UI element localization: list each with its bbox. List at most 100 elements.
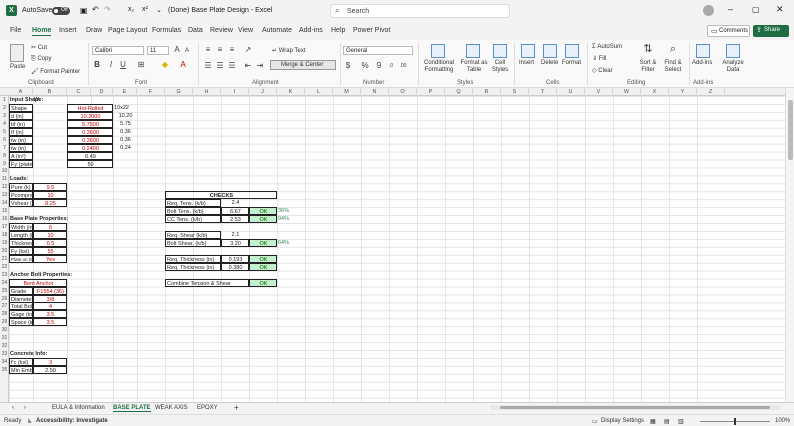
cell-total-bolts[interactable]: Total Bolts xyxy=(9,302,33,311)
comma-icon[interactable]: 9 xyxy=(374,61,384,71)
column-header-r[interactable]: R xyxy=(473,88,501,96)
row-header[interactable]: 6 xyxy=(0,136,9,144)
cell-fyp-val[interactable]: 55 xyxy=(33,246,67,255)
cell-tw-val2[interactable]: 0.36 xyxy=(113,136,137,144)
cell-combine-ok[interactable]: OK xyxy=(249,278,277,287)
cell-total-bolts-val[interactable]: 4 xyxy=(33,302,67,311)
cell-bolt-tens-ok[interactable]: OK xyxy=(249,207,277,216)
row-header[interactable]: 10 xyxy=(0,167,9,175)
row-header[interactable]: 33 xyxy=(0,350,9,358)
clear-button[interactable]: ◇ Clear xyxy=(592,67,613,74)
cell-length-val[interactable]: 10 xyxy=(33,230,67,239)
cell-bf[interactable]: bf (in) xyxy=(9,119,33,128)
cell-concrete[interactable]: Concrete Info: xyxy=(9,350,67,358)
save-icon[interactable]: ▣ xyxy=(80,6,88,15)
cut-button[interactable]: ✂ Cut xyxy=(31,44,47,51)
font-size-select[interactable]: 11 xyxy=(147,46,169,55)
search-box[interactable]: ⌕ Search xyxy=(330,4,510,18)
align-center-icon[interactable]: ☰ xyxy=(215,61,225,71)
column-header-u[interactable]: U xyxy=(557,88,585,96)
horizontal-scroll-thumb[interactable] xyxy=(500,406,770,409)
decrease-decimal-icon[interactable]: .00 xyxy=(398,61,408,71)
cell-pu-val[interactable]: 9.5 xyxy=(33,183,67,192)
accessibility-status[interactable]: Accessibility: Investigate xyxy=(36,418,108,424)
cell-req-thick-val[interactable]: 0.193 xyxy=(221,254,249,263)
sort-filter-icon[interactable]: ⇅ xyxy=(643,44,653,55)
cell-thick-val[interactable]: 0.5 xyxy=(33,238,67,247)
fill-button[interactable]: ⇓ Fill xyxy=(592,55,606,62)
cell-shape-val[interactable]: Hot-Rolled xyxy=(67,103,113,112)
cell-fc-val[interactable]: 3 xyxy=(33,358,67,367)
increase-indent-icon[interactable]: ⇥ xyxy=(255,61,265,71)
row-header[interactable]: 35 xyxy=(0,366,9,374)
row-header[interactable]: 29 xyxy=(0,318,9,326)
cell-tw2-val2[interactable]: 0.24 xyxy=(113,144,137,152)
row-header[interactable]: 1 xyxy=(0,96,9,104)
align-middle-icon[interactable]: ≡ xyxy=(215,45,225,55)
delete-label[interactable]: Delete xyxy=(541,60,558,66)
share-button[interactable]: ⇪ Share xyxy=(753,25,789,37)
row-header[interactable]: 17 xyxy=(0,223,9,231)
column-header-p[interactable]: P xyxy=(417,88,445,96)
column-header-k[interactable]: K xyxy=(277,88,305,96)
worksheet-grid[interactable]: Input Shape: W Shape Hot-Rolled 10x22 d (in) 1… xyxy=(9,96,785,402)
cell-gage[interactable]: Gage (in) xyxy=(9,310,33,319)
vertical-scrollbar[interactable] xyxy=(785,88,794,402)
row-header[interactable]: 3 xyxy=(0,112,9,120)
zoom-slider-thumb[interactable] xyxy=(734,418,736,425)
tab-automate[interactable]: Automate xyxy=(262,27,292,34)
row-header[interactable]: 24 xyxy=(0,279,9,287)
row-header[interactable]: 9 xyxy=(0,160,9,168)
tab-view[interactable]: View xyxy=(238,27,253,34)
column-header-a[interactable]: A xyxy=(9,88,33,96)
add-sheet-icon[interactable]: + xyxy=(234,403,239,412)
column-header-g[interactable]: G xyxy=(165,88,193,96)
column-header-t[interactable]: T xyxy=(529,88,557,96)
row-header[interactable]: 16 xyxy=(0,215,9,223)
align-left-icon[interactable]: ☰ xyxy=(203,61,213,71)
cell-min-emb[interactable]: Min Embedment (in) xyxy=(9,365,33,374)
font-color-icon[interactable]: A xyxy=(178,60,188,70)
tab-review[interactable]: Review xyxy=(210,27,233,34)
add-ins-icon[interactable] xyxy=(696,44,710,58)
cell-thick[interactable]: Thickness (in) xyxy=(9,238,33,247)
tab-page-layout[interactable]: Page Layout xyxy=(108,27,147,34)
row-header[interactable]: 12 xyxy=(0,183,9,191)
row-header[interactable]: 2 xyxy=(0,104,9,112)
cell-width[interactable]: Width (in) xyxy=(9,223,33,232)
column-header-w[interactable]: W xyxy=(613,88,641,96)
row-header[interactable]: 11 xyxy=(0,175,9,183)
cell-gage-val[interactable]: 3.5 xyxy=(33,310,67,319)
customize-qat-icon[interactable]: ⌄ xyxy=(156,6,162,14)
cell-tw2-val[interactable]: 0.2400 xyxy=(67,143,113,152)
cell-bf-val2[interactable]: 5.75 xyxy=(113,120,137,128)
column-header-y[interactable]: Y xyxy=(669,88,697,96)
cell-input-shape-val[interactable]: W xyxy=(33,96,67,104)
row-header[interactable]: 20 xyxy=(0,247,9,255)
column-header-v[interactable]: V xyxy=(585,88,613,96)
column-header-e[interactable]: E xyxy=(113,88,137,96)
cell-pc-val[interactable]: 10 xyxy=(33,191,67,200)
format-cells-icon[interactable] xyxy=(565,44,579,58)
cell-plate-grout-val[interactable]: Yes xyxy=(33,254,67,263)
tab-home[interactable]: Home xyxy=(32,27,52,36)
column-header-x[interactable]: X xyxy=(641,88,669,96)
align-top-icon[interactable]: ≡ xyxy=(203,45,213,55)
cell-cc-tens-val[interactable]: 2.53 xyxy=(221,215,249,224)
column-header-z[interactable]: Z xyxy=(697,88,725,96)
cell-shape-extra[interactable]: 10x22 xyxy=(113,104,137,112)
cell-req-tens-val[interactable]: 2.4 xyxy=(221,199,249,207)
currency-icon[interactable]: $ xyxy=(343,61,353,71)
cell-tf[interactable]: tf (in) xyxy=(9,127,33,136)
decrease-indent-icon[interactable]: ⇤ xyxy=(243,61,253,71)
row-header[interactable]: 7 xyxy=(0,144,9,152)
tab-formulas[interactable]: Formulas xyxy=(152,27,181,34)
column-header-o[interactable]: O xyxy=(389,88,417,96)
format-painter-button[interactable]: 🖌 Format Painter xyxy=(31,68,80,75)
delete-cells-icon[interactable] xyxy=(543,44,557,58)
cell-v-val[interactable]: 8.25 xyxy=(33,199,67,208)
cell-bp-props[interactable]: Base Plate Properties: xyxy=(9,215,91,223)
next-sheet-icon[interactable]: › xyxy=(24,405,26,411)
cell-bolt-tens-pct[interactable]: 36% xyxy=(277,207,305,215)
zoom-level[interactable]: 100% xyxy=(775,418,790,424)
